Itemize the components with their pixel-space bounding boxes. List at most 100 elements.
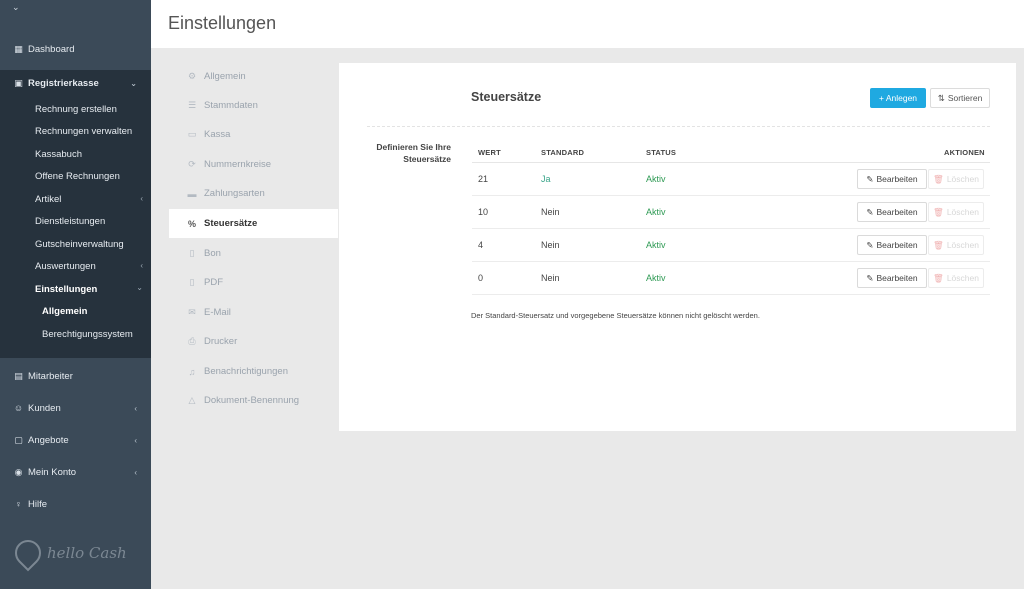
settings-menu-benachrichtigungen[interactable]: ♫ Benachrichtigungen bbox=[169, 357, 338, 386]
sidebar-item-mitarbeiter[interactable]: ▤ Mitarbeiter bbox=[0, 363, 151, 389]
envelope-icon: ✉ bbox=[188, 307, 196, 317]
sidebar-subitem-kassabuch[interactable]: Kassabuch bbox=[35, 149, 82, 160]
settings-menu-dokument-benennung[interactable]: △ Dokument-Benennung bbox=[169, 386, 338, 415]
settings-menu-nummernkreise[interactable]: ⟳ Nummernkreise bbox=[169, 150, 338, 179]
trash-icon: 🗑 bbox=[933, 239, 944, 250]
sidebar-subitem-allgemein[interactable]: Allgemein bbox=[42, 306, 87, 317]
footnote: Der Standard-Steuersatz und vorgegebene … bbox=[471, 311, 760, 320]
percent-icon: % bbox=[187, 218, 196, 229]
menu-label: E-Mail bbox=[204, 307, 231, 318]
settings-menu-allgemein[interactable]: ⚙ Allgemein bbox=[169, 62, 338, 91]
cell-standard: Nein bbox=[541, 207, 560, 217]
pencil-icon: ✎ bbox=[866, 206, 874, 217]
menu-label: Nummernkreise bbox=[204, 159, 272, 170]
sidebar-subitem-auswertungen[interactable]: Auswertungen bbox=[35, 261, 96, 272]
settings-menu-email[interactable]: ✉ E-Mail bbox=[169, 298, 338, 327]
cell-status: Aktiv bbox=[646, 240, 666, 250]
sidebar-subitem-berechtigungssystem[interactable]: Berechtigungssystem bbox=[42, 329, 133, 340]
sidebar: ⌄ ▦ Dashboard ▣ Registrierkasse ⌄ Rechnu… bbox=[0, 0, 151, 589]
sidebar-item-label: Hilfe bbox=[28, 498, 48, 510]
menu-label: Drucker bbox=[204, 336, 238, 347]
top-bar: Einstellungen bbox=[151, 0, 1024, 48]
menu-label: Dokument-Benennung bbox=[204, 395, 300, 406]
settings-menu-bon[interactable]: ▯ Bon bbox=[169, 239, 338, 268]
briefcase-icon: ▢ bbox=[14, 434, 23, 445]
table-row: 10 Nein Aktiv ✎ Bearbeiten 🗑 Löschen bbox=[472, 196, 990, 229]
menu-label: Kassa bbox=[204, 129, 231, 140]
sidebar-item-label: Mein Konto bbox=[28, 466, 77, 478]
chevron-left-icon: ‹ bbox=[140, 261, 143, 270]
menu-label: Zahlungsarten bbox=[204, 188, 265, 199]
help-icon: ♀ bbox=[15, 499, 22, 509]
cash-register-icon: ▣ bbox=[14, 77, 23, 88]
table-row: 0 Nein Aktiv ✎ Bearbeiten 🗑 Löschen bbox=[472, 262, 990, 295]
account-icon: ◉ bbox=[14, 466, 23, 477]
employees-icon: ▤ bbox=[14, 370, 23, 381]
sidebar-item-mein-konto[interactable]: ◉ Mein Konto ‹ bbox=[0, 459, 151, 485]
sidebar-subitem-rechnungen-verwalten[interactable]: Rechnungen verwalten bbox=[35, 126, 132, 137]
sidebar-item-label: Kunden bbox=[28, 402, 61, 414]
sidebar-item-hilfe[interactable]: ♀ Hilfe bbox=[0, 491, 151, 517]
sidebar-item-registrierkasse[interactable]: ▣ Registrierkasse ⌄ bbox=[0, 70, 151, 96]
menu-label: PDF bbox=[204, 277, 223, 288]
content-panel: Steuersätze + Anlegen ⇅ Sortieren Defini… bbox=[339, 63, 1016, 431]
delete-button-label: Löschen bbox=[946, 207, 979, 217]
settings-menu-steuersaetze[interactable]: % Steuersätze bbox=[169, 209, 338, 238]
delete-button-label: Löschen bbox=[946, 240, 979, 250]
table-row: 21 Ja Aktiv ✎ Bearbeiten 🗑 Löschen bbox=[472, 163, 990, 196]
menu-label: Benachrichtigungen bbox=[204, 366, 288, 377]
menu-label: Bon bbox=[204, 248, 221, 259]
sort-button-label: Sortieren bbox=[947, 93, 983, 103]
brand-logo: hello Cash bbox=[9, 534, 127, 572]
printer-icon: ⎙ bbox=[188, 336, 196, 346]
sidebar-subitem-artikel[interactable]: Artikel bbox=[35, 194, 61, 205]
monitor-icon: ▭ bbox=[187, 129, 197, 139]
pencil-icon: ✎ bbox=[866, 272, 874, 283]
settings-menu-drucker[interactable]: ⎙ Drucker bbox=[169, 327, 338, 356]
menu-label: Stammdaten bbox=[204, 100, 258, 111]
sidebar-subitem-offene-rechnungen[interactable]: Offene Rechnungen bbox=[35, 171, 120, 182]
column-header-wert: WERT bbox=[478, 148, 501, 157]
edit-button-label: Bearbeiten bbox=[876, 273, 918, 283]
pdf-icon: ▯ bbox=[189, 277, 195, 287]
settings-menu-pdf[interactable]: ▯ PDF bbox=[169, 268, 338, 297]
edit-button[interactable]: ✎ Bearbeiten bbox=[857, 235, 927, 255]
column-header-status: STATUS bbox=[646, 148, 677, 157]
delete-button: 🗑 Löschen bbox=[928, 268, 984, 288]
sidebar-subitem-rechnung-erstellen[interactable]: Rechnung erstellen bbox=[35, 104, 117, 115]
grid-icon: ▦ bbox=[14, 43, 23, 54]
registrierkasse-submenu: Rechnung erstellen Rechnungen verwalten … bbox=[0, 96, 151, 358]
sidebar-subitem-dienstleistungen[interactable]: Dienstleistungen bbox=[35, 216, 105, 227]
sidebar-item-kunden[interactable]: ☺ Kunden ‹ bbox=[0, 395, 151, 421]
settings-menu-kassa[interactable]: ▭ Kassa bbox=[169, 120, 338, 149]
sidebar-item-dashboard[interactable]: ▦ Dashboard bbox=[0, 36, 151, 62]
divider bbox=[367, 126, 990, 127]
table-row: 4 Nein Aktiv ✎ Bearbeiten 🗑 Löschen bbox=[472, 229, 990, 262]
sidebar-item-label: Registrierkasse bbox=[28, 77, 99, 89]
menu-label: Steuersätze bbox=[204, 218, 258, 229]
trash-icon: 🗑 bbox=[933, 206, 944, 217]
edit-button[interactable]: ✎ Bearbeiten bbox=[857, 268, 927, 288]
settings-menu-stammdaten[interactable]: ☰ Stammdaten bbox=[169, 91, 338, 120]
customers-icon: ☺ bbox=[13, 403, 24, 413]
cell-status: Aktiv bbox=[646, 273, 666, 283]
sidebar-item-label: Angebote bbox=[28, 434, 69, 446]
chevron-left-icon: ‹ bbox=[134, 467, 137, 477]
edit-button-label: Bearbeiten bbox=[876, 174, 918, 184]
collapse-toggle[interactable]: ⌄ bbox=[12, 2, 20, 13]
delete-button: 🗑 Löschen bbox=[928, 202, 984, 222]
sidebar-subitem-gutscheinverwaltung[interactable]: Gutscheinverwaltung bbox=[35, 239, 124, 250]
sidebar-item-angebote[interactable]: ▢ Angebote ‹ bbox=[0, 427, 151, 453]
cell-status: Aktiv bbox=[646, 207, 666, 217]
settings-menu-zahlungsarten[interactable]: ▬ Zahlungsarten bbox=[169, 179, 338, 208]
edit-button[interactable]: ✎ Bearbeiten bbox=[857, 202, 927, 222]
column-header-standard: STANDARD bbox=[541, 148, 585, 157]
location-pin-icon bbox=[9, 534, 47, 572]
chevron-down-icon: ⌄ bbox=[130, 78, 137, 88]
sort-button[interactable]: ⇅ Sortieren bbox=[930, 88, 990, 108]
delete-button-label: Löschen bbox=[946, 174, 979, 184]
sidebar-subitem-einstellungen[interactable]: Einstellungen bbox=[35, 284, 97, 295]
edit-button[interactable]: ✎ Bearbeiten bbox=[857, 169, 927, 189]
pencil-icon: ✎ bbox=[866, 173, 874, 184]
add-button[interactable]: + Anlegen bbox=[870, 88, 926, 108]
